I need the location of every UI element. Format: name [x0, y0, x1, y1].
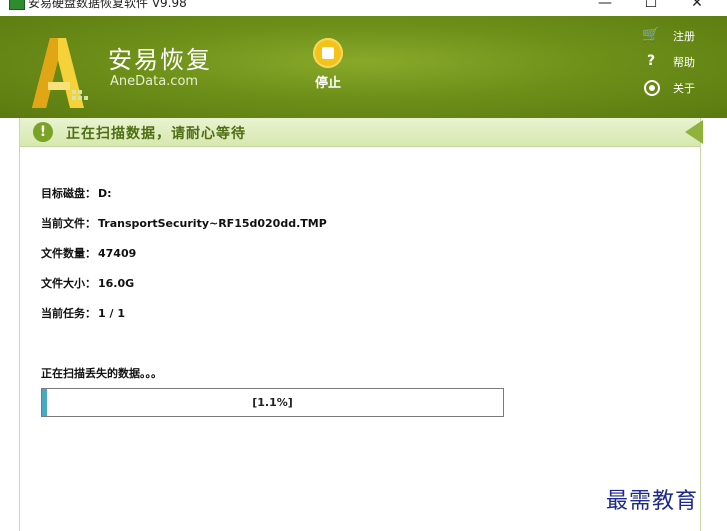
alert-icon: !	[33, 122, 53, 142]
cart-icon: 🛒	[642, 27, 660, 43]
about-link[interactable]: 关于	[640, 76, 724, 102]
watermark-text: 最需教育	[606, 489, 699, 514]
info-row-target-disk: 目标磁盘： D:	[41, 185, 112, 201]
app-icon	[9, 0, 25, 10]
register-label: 注册	[673, 30, 695, 43]
info-row-current-task: 当前任务： 1 / 1	[41, 305, 125, 321]
info-key: 当前文件：	[41, 217, 96, 230]
info-key: 目标磁盘：	[41, 187, 96, 200]
scan-progress-bar: [1.1%]	[41, 388, 504, 417]
status-bar: ! 正在扫描数据，请耐心等待	[20, 118, 703, 147]
info-row-file-count: 文件数量： 47409	[41, 245, 136, 261]
info-value: 16.0G	[98, 277, 135, 290]
maximize-button[interactable]: ☐	[628, 0, 674, 13]
app-header: 安易恢复 AneData.com 停止 🛒 注册 ? 帮助 关于	[0, 16, 727, 118]
scan-panel: ! 正在扫描数据，请耐心等待 目标磁盘： D: 当前文件： TransportSec…	[19, 118, 703, 531]
minimize-button[interactable]: —	[582, 0, 628, 13]
stop-button[interactable]: 停止	[306, 36, 350, 96]
brand-name-cn: 安易恢复	[108, 46, 212, 74]
close-button[interactable]: ✕	[674, 0, 720, 13]
info-row-file-size: 文件大小： 16.0G	[41, 275, 134, 291]
stop-label: 停止	[314, 76, 341, 91]
help-icon: ?	[646, 53, 656, 69]
info-value: 47409	[98, 247, 137, 260]
progress-label: 正在扫描丢失的数据。。。	[41, 367, 162, 380]
progress-percent: [1.1%]	[252, 396, 293, 409]
info-row-current-file: 当前文件： TransportSecurity~RF15d020dd.TMP	[41, 215, 327, 231]
logo-a-icon	[32, 38, 88, 108]
help-label: 帮助	[673, 56, 695, 69]
info-value: TransportSecurity~RF15d020dd.TMP	[98, 217, 327, 230]
window-titlebar: 安易硬盘数据恢复软件 V9.98 — ☐ ✕	[0, 0, 727, 16]
brand-name-en: AneData.com	[110, 74, 199, 89]
about-label: 关于	[673, 82, 695, 95]
info-key: 文件数量：	[41, 247, 96, 260]
help-link[interactable]: ? 帮助	[640, 50, 724, 76]
header-links: 🛒 注册 ? 帮助 关于	[640, 24, 724, 102]
status-arrow-icon	[685, 120, 703, 144]
info-value: D:	[98, 187, 112, 200]
about-icon	[644, 80, 660, 96]
info-value: 1 / 1	[98, 307, 125, 320]
info-key: 文件大小：	[41, 277, 96, 290]
register-link[interactable]: 🛒 注册	[640, 24, 724, 50]
status-text: 正在扫描数据，请耐心等待	[66, 126, 246, 142]
stop-icon	[313, 38, 343, 68]
window-title: 安易硬盘数据恢复软件 V9.98	[28, 0, 187, 10]
info-key: 当前任务：	[41, 307, 96, 320]
